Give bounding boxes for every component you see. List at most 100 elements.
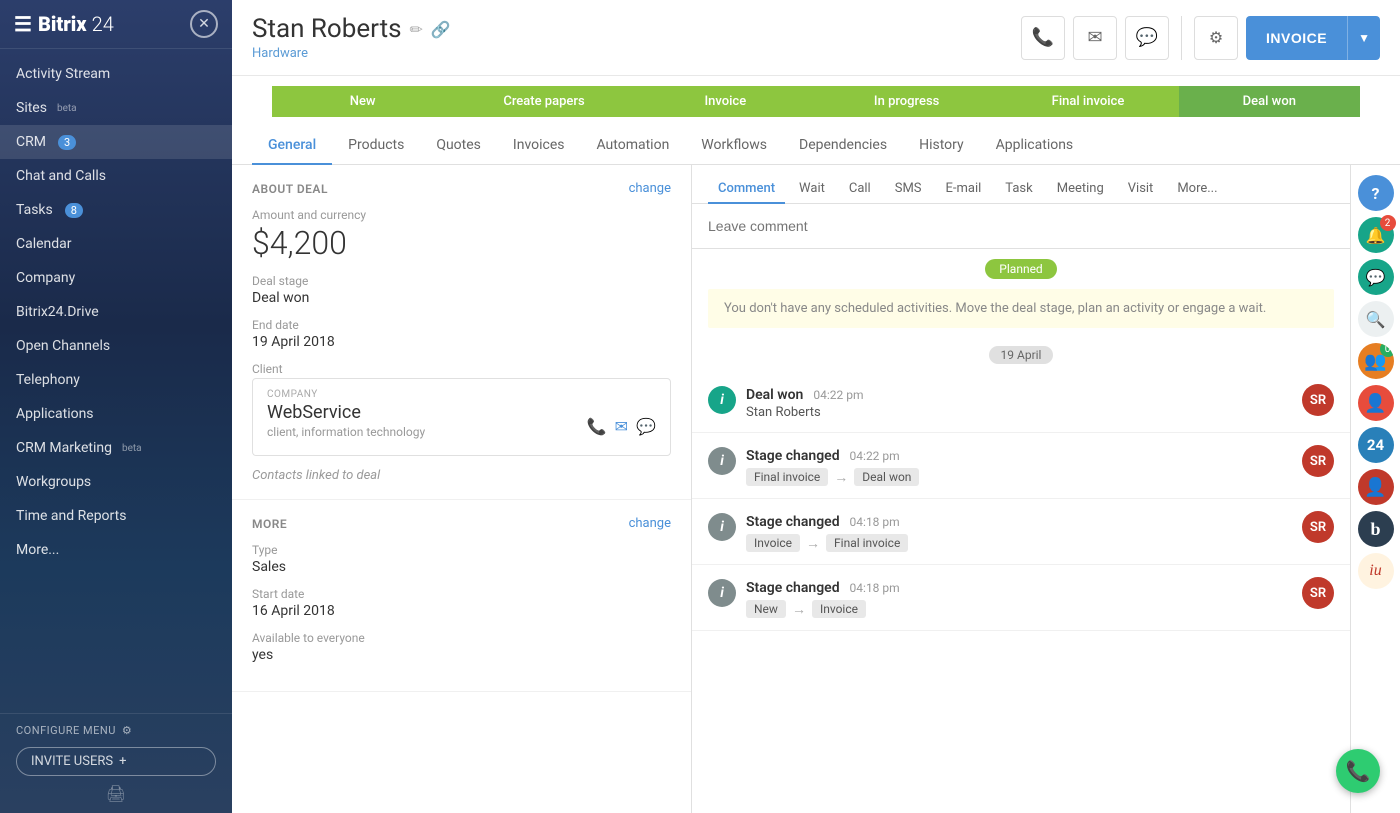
amount-value: $4,200: [252, 224, 671, 262]
activity-tab-more[interactable]: More...: [1167, 175, 1227, 204]
avatar-stage-3: SR: [1302, 577, 1334, 609]
tab-workflows[interactable]: Workflows: [685, 127, 783, 165]
tab-products[interactable]: Products: [332, 127, 420, 165]
beta-label: beta: [122, 443, 142, 454]
invite-users-button[interactable]: INVITE USERS +: [16, 747, 216, 776]
sidebar-item-activity-stream[interactable]: Activity Stream: [0, 57, 232, 91]
sidebar-item-calendar[interactable]: Calendar: [0, 227, 232, 261]
deal-settings-button[interactable]: ⚙: [1194, 16, 1238, 60]
hamburger-icon[interactable]: ☰: [14, 12, 32, 36]
sidebar-footer: CONFIGURE MENU ⚙ INVITE USERS + 🖨: [0, 713, 232, 813]
client-phone-icon[interactable]: 📞: [587, 417, 607, 436]
search-rail-icon: 🔍: [1366, 310, 1386, 329]
crm-badge: 3: [58, 135, 76, 150]
sidebar-item-more[interactable]: More...: [0, 533, 232, 567]
tab-invoices[interactable]: Invoices: [497, 127, 581, 165]
invoice-button[interactable]: INVOICE: [1246, 16, 1347, 60]
link-deal-icon[interactable]: 🔗: [431, 20, 451, 39]
activity-title-stage-2: Stage changed: [746, 514, 840, 530]
deal-stage-label: Deal stage: [252, 274, 671, 288]
deal-header: Stan Roberts ✏ 🔗 Hardware 📞 ✉ 💬 ⚙ INVOIC…: [232, 0, 1400, 76]
stage-transition-1: Final invoice → Deal won: [746, 468, 1292, 486]
sidebar-item-applications[interactable]: Applications: [0, 397, 232, 431]
iu-logo-button[interactable]: iu: [1358, 553, 1394, 589]
print-button[interactable]: 🖨: [16, 784, 216, 803]
group-avatar-1[interactable]: 👥 0: [1358, 343, 1394, 379]
activity-feed: Planned You don't have any scheduled act…: [692, 249, 1350, 813]
invoice-dropdown-button[interactable]: ▼: [1347, 16, 1380, 60]
sidebar-nav: Activity Stream Sites beta CRM 3 Chat an…: [0, 49, 232, 713]
call-button[interactable]: 📞: [1021, 16, 1065, 60]
search-button[interactable]: 🔍: [1358, 301, 1394, 337]
activity-icon-stage-1: i: [708, 447, 736, 475]
question-icon: ?: [1372, 184, 1380, 203]
edit-deal-icon[interactable]: ✏: [410, 20, 423, 39]
activity-tab-call[interactable]: Call: [839, 175, 881, 204]
email-button[interactable]: ✉: [1073, 16, 1117, 60]
client-actions: 📞 ✉ 💬: [587, 417, 656, 436]
about-deal-change-btn[interactable]: change: [629, 181, 671, 196]
activity-tab-email[interactable]: E-mail: [936, 175, 992, 204]
activity-tab-sms[interactable]: SMS: [885, 175, 932, 204]
stage-in-progress[interactable]: In progress: [816, 86, 997, 117]
company-name[interactable]: WebService: [267, 402, 425, 423]
tab-applications[interactable]: Applications: [980, 127, 1090, 165]
activity-subtitle-deal-won: Stan Roberts: [746, 405, 1292, 420]
comment-input[interactable]: [708, 214, 1334, 238]
tab-automation[interactable]: Automation: [581, 127, 686, 165]
sidebar-close-button[interactable]: ✕: [190, 10, 218, 38]
phone-float-button[interactable]: 📞: [1336, 749, 1380, 793]
activity-tab-task[interactable]: Task: [995, 175, 1042, 204]
activity-tab-comment[interactable]: Comment: [708, 175, 785, 204]
logo-text: Bitrix 24: [38, 12, 114, 36]
b-logo-button[interactable]: b: [1358, 511, 1394, 547]
settings-gear-icon: ⚙: [122, 724, 132, 737]
sidebar-item-telephony[interactable]: Telephony: [0, 363, 232, 397]
activity-time-stage-1: 04:22 pm: [850, 449, 900, 463]
sidebar-item-crm[interactable]: CRM 3: [0, 125, 232, 159]
sidebar-item-company[interactable]: Company: [0, 261, 232, 295]
sidebar-item-open-channels[interactable]: Open Channels: [0, 329, 232, 363]
stage-new[interactable]: New: [272, 86, 453, 117]
deal-subtitle[interactable]: Hardware: [252, 46, 1021, 61]
stage-final-invoice[interactable]: Final invoice: [997, 86, 1178, 117]
tab-history[interactable]: History: [903, 127, 980, 165]
activity-tab-wait[interactable]: Wait: [789, 175, 835, 204]
configure-menu-button[interactable]: CONFIGURE MENU ⚙: [16, 724, 216, 737]
more-section-change-btn[interactable]: change: [629, 516, 671, 531]
bitrix24-number-icon[interactable]: 24: [1358, 427, 1394, 463]
sidebar-item-label: CRM: [16, 134, 46, 150]
stage-deal-won[interactable]: Deal won: [1179, 86, 1360, 117]
sidebar-item-sites[interactable]: Sites beta: [0, 91, 232, 125]
sidebar-item-workgroups[interactable]: Workgroups: [0, 465, 232, 499]
tab-quotes[interactable]: Quotes: [420, 127, 497, 165]
activity-time-deal-won: 04:22 pm: [813, 388, 863, 402]
avatar-rail-3[interactable]: 👤: [1358, 469, 1394, 505]
activity-item-stage-3: i Stage changed 04:18 pm New → Invoice S…: [692, 565, 1350, 631]
help-button[interactable]: ?: [1358, 175, 1394, 211]
activity-icon-deal-won: i: [708, 386, 736, 414]
stage-invoice[interactable]: Invoice: [635, 86, 816, 117]
chat-rail-button[interactable]: 💬: [1358, 259, 1394, 295]
sidebar-item-time-reports[interactable]: Time and Reports: [0, 499, 232, 533]
sidebar-item-tasks[interactable]: Tasks 8: [0, 193, 232, 227]
activity-tab-visit[interactable]: Visit: [1118, 175, 1164, 204]
client-email-icon[interactable]: ✉: [615, 417, 628, 436]
notifications-button[interactable]: 🔔 2: [1358, 217, 1394, 253]
tab-general[interactable]: General: [252, 127, 332, 165]
avatar-rail-2[interactable]: 👤: [1358, 385, 1394, 421]
avatar-deal-won: SR: [1302, 384, 1334, 416]
sidebar-item-bitrix-drive[interactable]: Bitrix24.Drive: [0, 295, 232, 329]
sidebar-item-crm-marketing[interactable]: CRM Marketing beta: [0, 431, 232, 465]
start-date-value: 16 April 2018: [252, 603, 671, 619]
client-card: COMPANY WebService client, information t…: [252, 378, 671, 456]
tab-dependencies[interactable]: Dependencies: [783, 127, 903, 165]
client-chat-icon[interactable]: 💬: [636, 417, 656, 436]
chat-bubble-icon: 💬: [1366, 268, 1386, 287]
end-date-label: End date: [252, 318, 671, 332]
chat-button[interactable]: 💬: [1125, 16, 1169, 60]
stage-create-papers[interactable]: Create papers: [453, 86, 634, 117]
activity-tab-meeting[interactable]: Meeting: [1047, 175, 1114, 204]
sidebar-item-chat-calls[interactable]: Chat and Calls: [0, 159, 232, 193]
amount-label: Amount and currency: [252, 208, 671, 222]
